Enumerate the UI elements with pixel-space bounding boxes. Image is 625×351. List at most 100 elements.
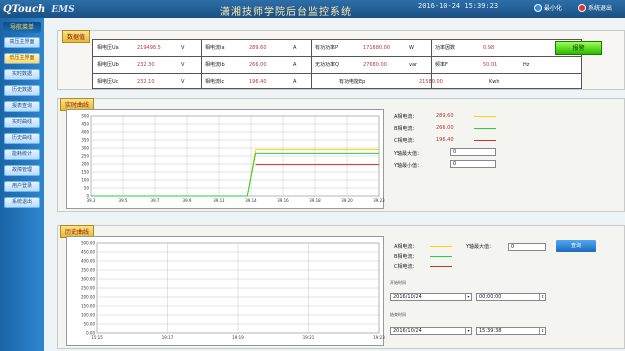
y-tick-label: 400.00 [81, 259, 95, 264]
hist-legend-c-line [430, 266, 452, 267]
app-logo: QTouch EMS [3, 3, 75, 15]
exit-label: 系统退出 [588, 5, 613, 12]
legend-a-value: 289.60 [436, 113, 454, 119]
uc-unit: V [181, 79, 185, 85]
x-tick-label: 39.5 [119, 198, 128, 203]
start-time-value: 00:00:00 [479, 294, 502, 300]
table-row: 相电压Uc 232.10 V 相电流Ic 196.40 A 有功电能Ep 215… [93, 74, 581, 90]
query-button[interactable]: 查询 [556, 240, 596, 252]
hist-legend-b-line [430, 256, 452, 257]
datetime-display: 2016-10-24 15:39:23 [418, 2, 499, 10]
page-title: 潇湘技师学院后台监控系统 [220, 7, 352, 18]
spinner-icon: ↕ [539, 294, 545, 300]
y-tick-label: 50.00 [84, 322, 96, 327]
x-tick-label: 39.9 [183, 198, 192, 203]
hist-legend-a-line [430, 246, 452, 247]
sidebar-item-energy[interactable]: 能耗统计 [4, 149, 40, 160]
y-tick-label: 350.00 [81, 268, 95, 273]
divider [311, 40, 312, 88]
uc-label: 相电压Uc [97, 79, 119, 85]
sidebar-item-history-data[interactable]: 历史数据 [4, 85, 40, 96]
hist-ymax-label: Y轴最大值： [466, 244, 495, 250]
measurement-tab: 数据值 [62, 30, 91, 43]
x-tick-label: 39.11 [213, 198, 225, 203]
y-tick-label: 500.00 [81, 241, 95, 246]
y-tick-label: 300.00 [81, 277, 95, 282]
y-tick-label: 450.00 [81, 250, 95, 255]
x-tick-label: 39.7 [151, 198, 160, 203]
chevron-down-icon: ▾ [465, 294, 471, 300]
start-date-value: 2016/10/24 [393, 294, 422, 300]
sidebar-item-exit[interactable]: 系统退出 [4, 197, 40, 208]
ic-unit: A [293, 79, 297, 85]
ymax-input[interactable]: 0 [450, 148, 496, 156]
sidebar-item-report[interactable]: 报表查询 [4, 101, 40, 112]
x-tick-label: 39.14 [245, 198, 257, 203]
start-date-input[interactable]: 2016/10/24 ▾ [390, 293, 472, 301]
divider [431, 40, 432, 88]
x-tick-label: 15:15 [91, 335, 103, 340]
x-tick-label: 39.18 [309, 198, 321, 203]
end-time-value: 15:39:38 [479, 328, 502, 334]
history-chart: 0.00 50.00 100.00 150.00 200.00 250.00 300.00 3… [66, 236, 385, 346]
minimize-button[interactable]: 最小化 [534, 3, 562, 12]
realtime-chart: 0 50 100 150 200 250 300 350 400 450 500 39.3 39.5 39… [66, 109, 385, 209]
history-chart-svg: 0.0050.00100.00150.00200.00250.00300.003… [81, 241, 385, 341]
y-tick-label: 250 [81, 154, 89, 159]
sidebar-item-realtime-curve[interactable]: 实时曲线 [4, 117, 40, 128]
sidebar-item-lv-main[interactable]: 低压主界面 [4, 53, 40, 64]
y-tick-label: 100.00 [81, 313, 95, 318]
y-tick-label: 400 [81, 130, 89, 135]
ep-unit: Kwh [489, 79, 500, 85]
ymin-input[interactable]: 0 [450, 160, 496, 168]
x-tick-label: 39.23 [373, 198, 385, 203]
start-time-input[interactable]: 00:00:00 ↕ [476, 293, 546, 301]
sidebar-item-history-curve[interactable]: 历史曲线 [4, 133, 40, 144]
ems-label: EMS [51, 4, 75, 15]
realtime-panel: 实时曲线 0 50 100 150 200 250 300 350 400 450 500 39.3 3… [57, 98, 625, 212]
y-tick-label: 200.00 [81, 295, 95, 300]
y-tick-label: 500 [81, 114, 89, 119]
x-tick-label: 19:23 [373, 335, 385, 340]
y-tick-label: 150 [81, 170, 89, 175]
sidebar-item-fault[interactable]: 故障管理 [4, 165, 40, 176]
end-time-input[interactable]: 15:39:38 ↕ [476, 327, 546, 335]
table-row: 相电压Ua 219498.5 V 相电流Ia 289.60 A 有功功率P 17… [93, 40, 581, 57]
ic-value: 196.40 [249, 79, 267, 85]
spinner-icon: ↕ [539, 328, 545, 334]
sidebar-item-realtime-data[interactable]: 实时数据 [4, 69, 40, 80]
end-date-value: 2016/10/24 [393, 328, 422, 334]
sidebar-item-login[interactable]: 用户登录 [4, 181, 40, 192]
ep-label: 有功电能Ep [339, 79, 366, 85]
hist-legend-c-label: C相电流： [394, 264, 418, 270]
y-tick-label: 200 [81, 162, 89, 167]
exit-button[interactable]: 系统退出 [578, 3, 612, 12]
end-time-label: 结束时间 [390, 312, 406, 317]
y-tick-label: 250.00 [81, 286, 95, 291]
ic-label: 相电流Ic [205, 79, 225, 85]
alarm-button[interactable]: 报警 [555, 41, 602, 55]
hist-ymax-input[interactable]: 0 [508, 243, 546, 251]
minimize-icon [534, 3, 542, 12]
sidebar-item-hv-main[interactable]: 高压主界面 [4, 37, 40, 48]
uc-value: 232.10 [137, 79, 155, 85]
legend-c-line [474, 140, 496, 141]
history-panel: 历史曲线 0.00 50.00 100.00 150.00 200.00 250.00 30… [57, 225, 625, 349]
realtime-chart-svg: 05010015020025030035040045050039.3 39.5 39… [81, 114, 385, 204]
legend-b-value: 266.00 [436, 125, 454, 131]
chevron-down-icon: ▾ [465, 328, 471, 334]
sidebar: 导航菜单 高压主界面 低压主界面 实时数据 历史数据 报表查询 实时曲线 历史曲… [0, 18, 44, 351]
x-tick-label: 39.20 [341, 198, 353, 203]
legend-c-value: 196.40 [436, 137, 454, 143]
measurement-panel: 数据值 相电压Ua 219498.5 V 相电流Ia 289.60 A 有功功率… [57, 30, 625, 90]
end-date-input[interactable]: 2016/10/24 ▾ [390, 327, 472, 335]
x-tick-label: 19:17 [162, 335, 174, 340]
y-tick-label: 350 [81, 138, 89, 143]
table-row: 相电压Ub 232.30 V 相电流Ib 266.00 A 无功功率Q 2768… [93, 57, 581, 74]
legend-a-label: A相电流： [394, 114, 418, 120]
legend-c-label: C相电流： [394, 138, 418, 144]
y-tick-label: 150.00 [81, 304, 95, 309]
hist-legend-b-label: B相电流： [394, 254, 418, 260]
measurement-table: 相电压Ua 219498.5 V 相电流Ia 289.60 A 有功功率P 17… [92, 39, 582, 89]
x-tick-label: 19:19 [232, 335, 244, 340]
